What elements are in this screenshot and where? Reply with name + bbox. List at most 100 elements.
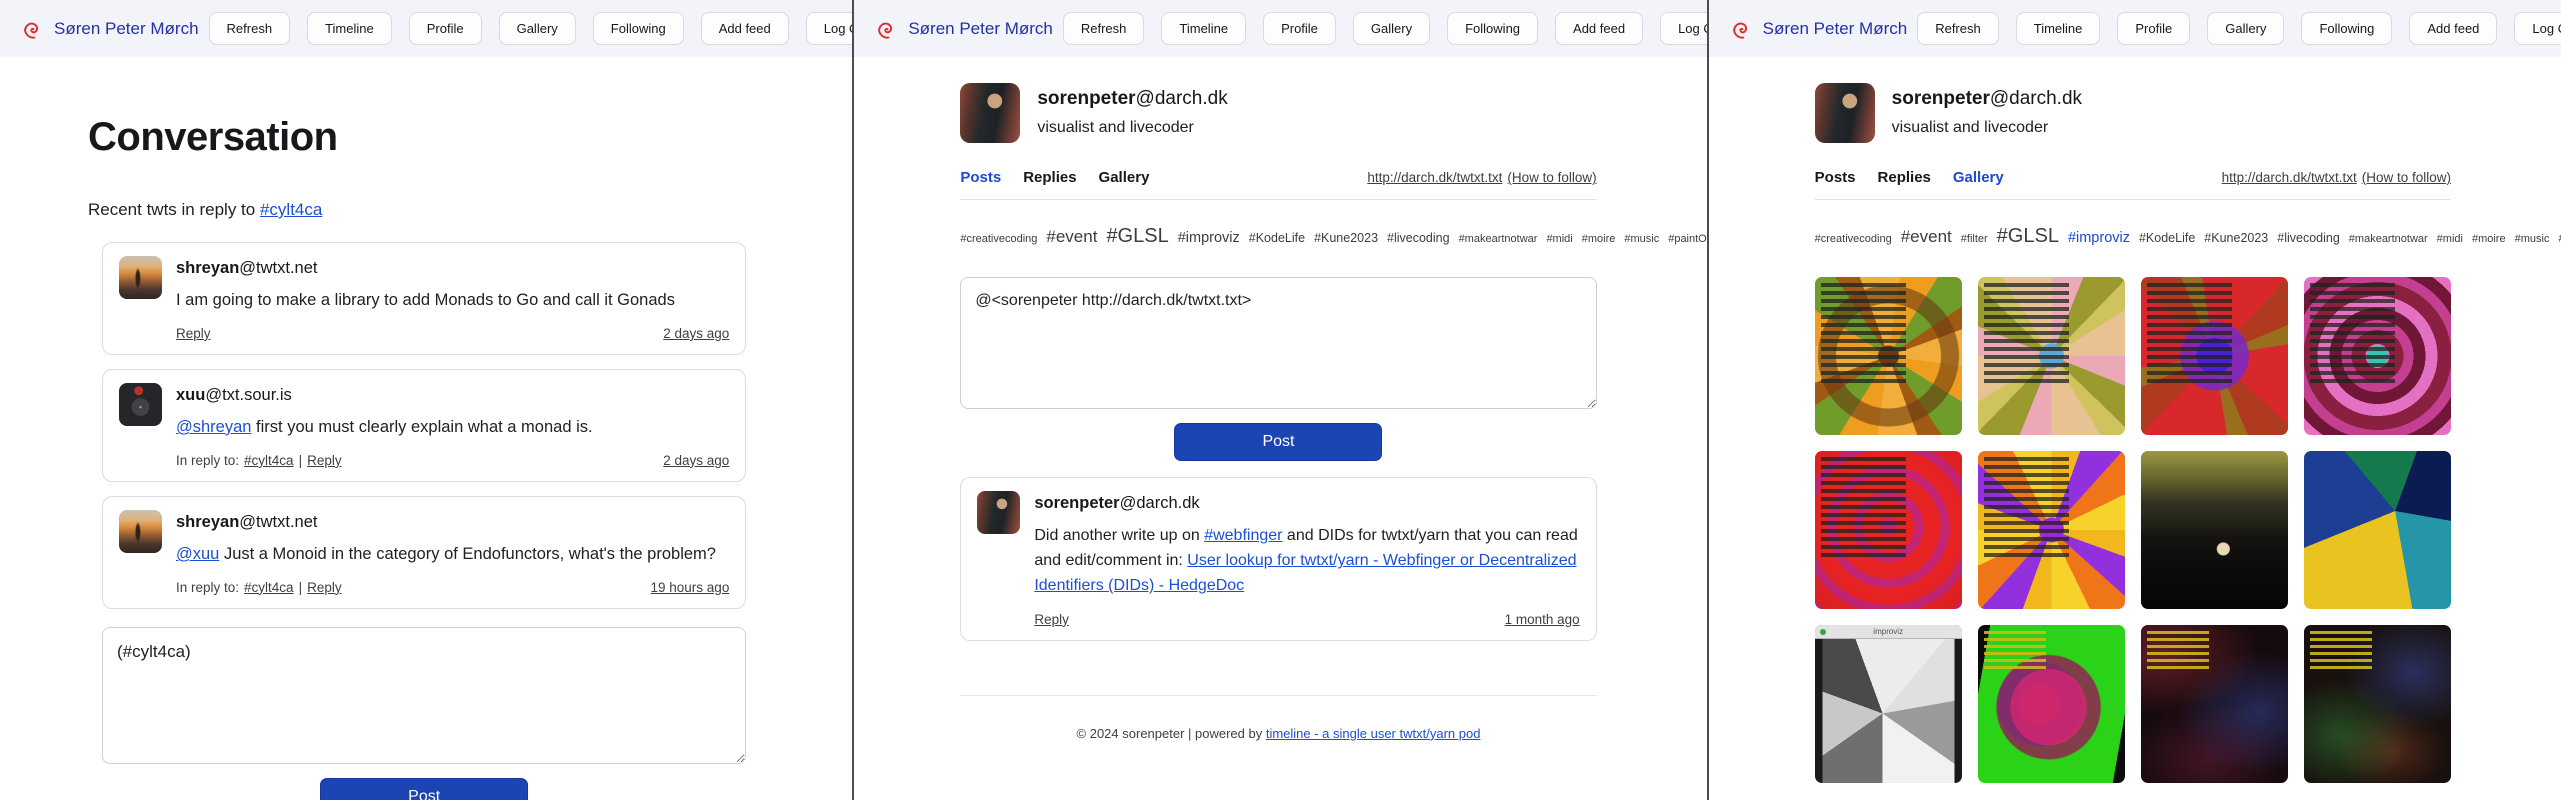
tag-link[interactable]: #creativecoding [1815, 233, 1892, 245]
tag-link[interactable]: #makeartnotwar [2349, 233, 2428, 245]
tag-link[interactable]: #moire [1582, 233, 1616, 245]
twt-list: shreyan@twtxt.net I am going to make a l… [88, 242, 746, 800]
twt-card: sorenpeter@darch.dk Did another write up… [960, 477, 1596, 640]
tab-replies[interactable]: Replies [1023, 169, 1076, 186]
tab-posts[interactable]: Posts [1815, 169, 1856, 186]
tab-replies[interactable]: Replies [1878, 169, 1931, 186]
reply-link[interactable]: Reply [307, 453, 342, 468]
nav-following-button[interactable]: Following [593, 12, 684, 45]
separator: | [299, 580, 303, 595]
thread-tag-link[interactable]: #cylt4ca [260, 200, 322, 219]
tag-link[interactable]: #livecoding [2277, 231, 2340, 245]
nav-following-button[interactable]: Following [1447, 12, 1538, 45]
how-to-follow-link[interactable]: (How to follow) [1507, 170, 1596, 185]
gallery-image[interactable] [1815, 451, 1962, 609]
in-reply-tag-link[interactable]: #cylt4ca [244, 580, 294, 595]
nav-timeline-button[interactable]: Timeline [2016, 12, 2101, 45]
tag-link[interactable]: #KodeLife [2139, 231, 2195, 245]
tag-link[interactable]: #event [1046, 227, 1097, 246]
feed-url-link[interactable]: http://darch.dk/twtxt.txt [2222, 170, 2357, 185]
timestamp-link[interactable]: 2 days ago [663, 326, 729, 341]
tab-posts[interactable]: Posts [960, 169, 1001, 186]
gallery-image[interactable] [2141, 451, 2288, 609]
gallery-image[interactable] [1978, 625, 2125, 783]
tag-link[interactable]: #midi [1546, 233, 1572, 245]
timestamp-link[interactable]: 1 month ago [1505, 612, 1580, 627]
tag-link[interactable]: #livecoding [1387, 231, 1450, 245]
mention-link[interactable]: @shreyan [176, 418, 251, 436]
post-button[interactable]: Post [320, 778, 528, 800]
gallery-image[interactable] [1815, 277, 1962, 435]
in-reply-tag-link[interactable]: #cylt4ca [244, 453, 294, 468]
profile-name: sorenpeter@darch.dk [1037, 88, 1227, 110]
reply-link[interactable]: Reply [1034, 612, 1069, 627]
nav-logout-button[interactable]: Log Out [806, 12, 853, 45]
timestamp-link[interactable]: 2 days ago [663, 453, 729, 468]
nav-profile-button[interactable]: Profile [409, 12, 482, 45]
mention-link[interactable]: @xuu [176, 545, 219, 563]
nav-gallery-button[interactable]: Gallery [499, 12, 576, 45]
tag-link[interactable]: #creativecoding [960, 233, 1037, 245]
nav-gallery-button[interactable]: Gallery [2207, 12, 2284, 45]
nav-gallery-button[interactable]: Gallery [1353, 12, 1430, 45]
nav-refresh-button[interactable]: Refresh [1917, 12, 1999, 45]
tag-link[interactable]: #paintOver [1668, 233, 1706, 245]
nav-logout-button[interactable]: Log Out [1660, 12, 1707, 45]
subtitle-text: Recent twts in reply to [88, 200, 260, 219]
twt-text: Just a Monoid in the category of Endofun… [219, 545, 716, 563]
twt-author: shreyan@twtxt.net [176, 259, 729, 278]
gallery-image[interactable] [1978, 451, 2125, 609]
gallery-image[interactable]: improviz [1815, 625, 1962, 783]
nav-profile-button[interactable]: Profile [2117, 12, 2190, 45]
post-button[interactable]: Post [1174, 423, 1382, 461]
nav-logout-button[interactable]: Log Out [2514, 12, 2561, 45]
timeline-pod-link[interactable]: timeline - a single user twtxt/yarn pod [1266, 726, 1481, 741]
gallery-image[interactable] [2141, 277, 2288, 435]
hashtag-link[interactable]: #webfinger [1204, 527, 1282, 544]
brand-link[interactable]: Søren Peter Mørch [1763, 19, 1908, 39]
how-to-follow-link[interactable]: (How to follow) [2362, 170, 2451, 185]
gallery-image[interactable] [2304, 451, 2451, 609]
nav-timeline-button[interactable]: Timeline [307, 12, 392, 45]
reply-link[interactable]: Reply [176, 326, 211, 341]
tag-link-active[interactable]: #improviz [2068, 230, 2130, 246]
brand-link[interactable]: Søren Peter Mørch [908, 19, 1053, 39]
tag-link[interactable]: #Kune2023 [2204, 231, 2268, 245]
code-overlay [1821, 457, 1906, 557]
nav-profile-button[interactable]: Profile [1263, 12, 1336, 45]
gallery-image[interactable] [2141, 625, 2288, 783]
gallery-image[interactable] [2304, 625, 2451, 783]
brand-link[interactable]: Søren Peter Mørch [54, 19, 199, 39]
nav-refresh-button[interactable]: Refresh [1063, 12, 1145, 45]
tab-gallery[interactable]: Gallery [1099, 169, 1150, 186]
tab-gallery[interactable]: Gallery [1953, 169, 2004, 186]
nav-following-button[interactable]: Following [2301, 12, 2392, 45]
nav-refresh-button[interactable]: Refresh [209, 12, 291, 45]
tag-link[interactable]: #filter [1961, 233, 1988, 245]
page-title: Conversation [88, 115, 746, 160]
tag-link[interactable]: #improviz [1178, 230, 1240, 246]
gallery-image[interactable] [1978, 277, 2125, 435]
nav-timeline-button[interactable]: Timeline [1161, 12, 1246, 45]
tag-link[interactable]: #music [1624, 233, 1659, 245]
tag-link[interactable]: #event [1901, 227, 1952, 246]
timestamp-link[interactable]: 19 hours ago [651, 580, 730, 595]
tag-link[interactable]: #GLSL [1997, 225, 2059, 247]
nav-addfeed-button[interactable]: Add feed [1555, 12, 1643, 45]
gallery-image[interactable] [2304, 277, 2451, 435]
reply-link[interactable]: Reply [307, 580, 342, 595]
tag-link[interactable]: #midi [2437, 233, 2463, 245]
tag-link[interactable]: #GLSL [1106, 225, 1168, 247]
reply-composer[interactable]: (#cylt4ca) [102, 627, 746, 764]
twt-card: shreyan@twtxt.net @xuu Just a Monoid in … [102, 496, 746, 609]
tag-link[interactable]: #moire [2472, 233, 2506, 245]
post-composer[interactable]: @<sorenpeter http://darch.dk/twtxt.txt> [960, 277, 1596, 409]
nav-addfeed-button[interactable]: Add feed [2409, 12, 2497, 45]
tag-link[interactable]: #makeartnotwar [1459, 233, 1538, 245]
tag-link[interactable]: #KodeLife [1249, 231, 1305, 245]
tag-link[interactable]: #Kune2023 [1314, 231, 1378, 245]
nav-addfeed-button[interactable]: Add feed [701, 12, 789, 45]
feed-url-link[interactable]: http://darch.dk/twtxt.txt [1367, 170, 1502, 185]
profile-nick: sorenpeter [1037, 88, 1135, 109]
tag-link[interactable]: #music [2515, 233, 2550, 245]
